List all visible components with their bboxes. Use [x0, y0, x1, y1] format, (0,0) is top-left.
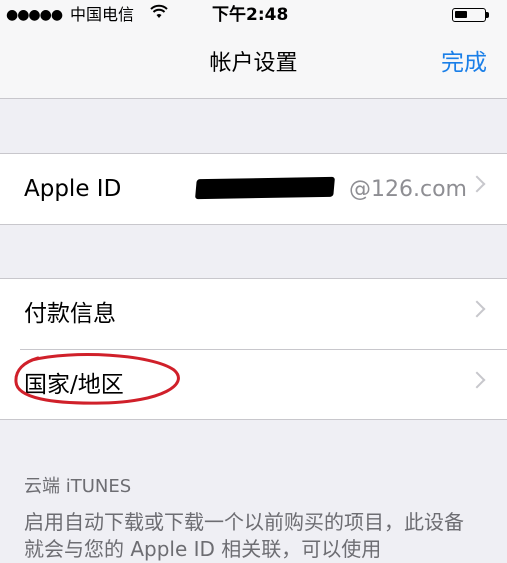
signal-strength-icon: ●●●●● [6, 7, 63, 23]
chevron-right-icon [468, 371, 486, 389]
done-button[interactable]: 完成 [441, 49, 487, 77]
settings-group: 付款信息 国家/地区 [0, 278, 507, 420]
itunes-section-header: 云端 iTUNES [24, 476, 132, 497]
battery-level [455, 11, 467, 18]
chevron-right-icon [468, 175, 486, 193]
battery-icon [452, 8, 486, 22]
navigation-bar: 帐户设置 完成 [0, 30, 507, 99]
status-time: 下午2:48 [212, 5, 289, 25]
itunes-section-footer: 启用自动下载或下载一个以前购买的项目，此设备就会与您的 Apple ID 相关联… [24, 510, 464, 561]
carrier-name: 中国电信 [70, 5, 135, 24]
chevron-right-icon [468, 300, 486, 318]
battery-tip [486, 12, 489, 18]
settings-item-label: 国家/地区 [24, 372, 124, 398]
page-title: 帐户设置 [209, 51, 298, 76]
settings-item-label: 付款信息 [24, 301, 116, 327]
status-bar: ●●●●● 中国电信 下午2:48 [0, 0, 507, 30]
settings-item-country-region[interactable]: 国家/地区 [0, 350, 507, 420]
apple-id-label: Apple ID [24, 176, 122, 202]
settings-item-payment[interactable]: 付款信息 [0, 279, 507, 350]
wifi-icon [150, 4, 168, 24]
apple-id-value: @126.com [349, 177, 467, 202]
redaction-mark [195, 176, 335, 200]
